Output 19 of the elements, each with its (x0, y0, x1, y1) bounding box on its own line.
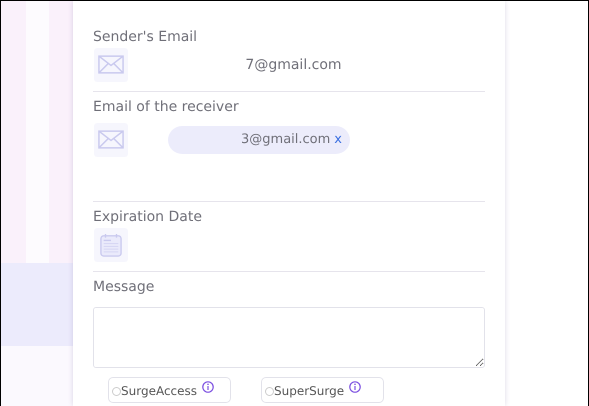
field-label: Sender's Email (93, 28, 198, 46)
field-label: Email of the receiver (93, 98, 240, 116)
info-icon[interactable] (349, 381, 362, 393)
field-label: Expiration Date (93, 208, 203, 226)
info-icon[interactable] (202, 381, 214, 393)
plan-option[interactable]: SuperSurge (261, 377, 384, 403)
option-label: SurgeAccess (121, 384, 198, 398)
chip-text: 3@gmail.com (241, 132, 330, 147)
field-label: Message (93, 278, 156, 296)
envelope-icon (94, 122, 128, 156)
plan-option[interactable]: SurgeAccess (108, 377, 231, 403)
remove-chip-button[interactable]: x (334, 132, 342, 147)
envelope-icon (94, 48, 128, 82)
radio-button[interactable] (265, 386, 274, 396)
option-label: SuperSurge (274, 384, 344, 398)
radio-button[interactable] (112, 386, 121, 396)
email-input[interactable]: 7@gmail.com (128, 56, 485, 74)
calendar-icon (94, 228, 128, 262)
message-field[interactable] (93, 307, 485, 368)
